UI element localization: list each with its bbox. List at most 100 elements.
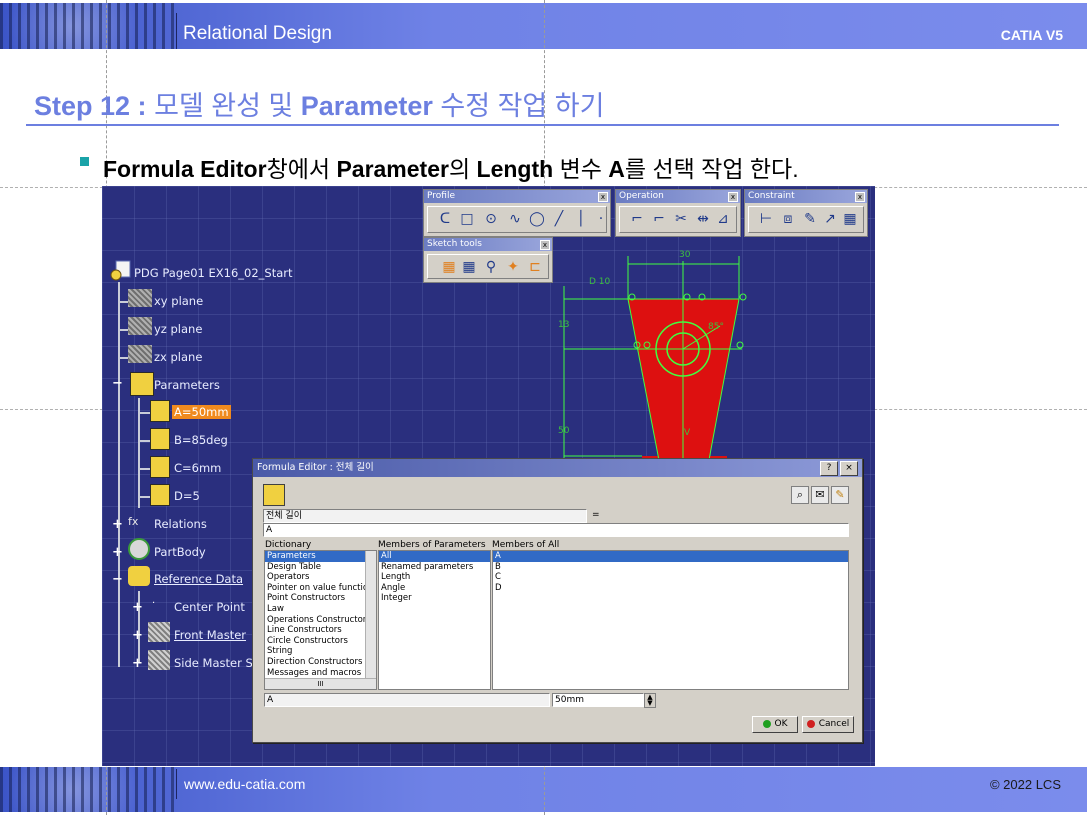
close-icon[interactable]: × bbox=[840, 461, 858, 476]
tree-root-label[interactable]: PDG Page01 EX16_02_Start bbox=[134, 266, 293, 280]
tree-item-param-c[interactable]: C=6mm bbox=[174, 461, 221, 475]
point-icon[interactable]: · bbox=[152, 598, 160, 609]
list-item[interactable]: Direction Constructors bbox=[265, 657, 376, 668]
list-item[interactable]: All bbox=[379, 551, 490, 562]
tree-item-xy-plane[interactable]: xy plane bbox=[154, 294, 203, 308]
list-item[interactable]: Angle bbox=[379, 583, 490, 594]
members-params-items[interactable]: All Renamed parameters Length Angle Integer bbox=[379, 551, 490, 604]
auto-constraint-icon[interactable]: ▦ bbox=[841, 210, 859, 228]
members-params-list[interactable]: All Renamed parameters Length Angle Integer bbox=[378, 550, 491, 690]
expand-icon[interactable]: + bbox=[132, 629, 143, 642]
close-icon[interactable]: x bbox=[728, 192, 738, 202]
chamfer-icon[interactable]: ⌐ bbox=[650, 210, 668, 228]
profile-icon[interactable]: ᑕ bbox=[436, 210, 454, 228]
sketch-icon[interactable] bbox=[148, 650, 170, 670]
selected-member-field[interactable]: A bbox=[264, 693, 550, 707]
tree-item-relations[interactable]: Relations bbox=[154, 517, 207, 531]
collapse-icon[interactable]: − bbox=[112, 377, 123, 390]
list-item[interactable]: Operations Constructors bbox=[265, 615, 376, 626]
list-item[interactable]: Design Table bbox=[265, 562, 376, 573]
mirror-icon[interactable]: ⇹ bbox=[694, 210, 712, 228]
rectangle-icon[interactable]: □ bbox=[458, 210, 476, 228]
expand-icon[interactable]: + bbox=[112, 518, 123, 531]
tree-item-partbody[interactable]: PartBody bbox=[154, 545, 206, 559]
constraint-icon[interactable]: ⊢ bbox=[757, 210, 775, 228]
sketch-icon[interactable] bbox=[148, 622, 170, 642]
circle-icon[interactable]: ⊙ bbox=[482, 210, 500, 228]
trim-icon[interactable]: ✂ bbox=[672, 210, 690, 228]
list-item[interactable]: Messages and macros bbox=[265, 668, 376, 679]
partbody-icon[interactable] bbox=[128, 538, 150, 560]
formula-field[interactable]: A bbox=[263, 523, 849, 537]
list-item[interactable]: B bbox=[493, 562, 848, 573]
list-item[interactable]: Operators bbox=[265, 572, 376, 583]
contact-constraint-icon[interactable]: ⧈ bbox=[779, 210, 797, 228]
list-item[interactable]: D bbox=[493, 583, 848, 594]
selected-value-field[interactable]: 50mm bbox=[552, 693, 644, 707]
tree-item-center-point[interactable]: Center Point bbox=[174, 600, 245, 614]
tree-item-side-master[interactable]: Side Master S bbox=[174, 656, 253, 670]
help-icon[interactable]: ? bbox=[820, 461, 838, 476]
formula-editor-dialog[interactable]: Formula Editor : 전체 길이 ? × ⌕ ✉ ✎ 전체 길이 =… bbox=[252, 458, 863, 743]
list-item[interactable]: Parameters bbox=[265, 551, 376, 562]
parameter-icon[interactable] bbox=[150, 428, 170, 450]
dictionary-list[interactable]: Parameters Design Table Operators Pointer o… bbox=[264, 550, 377, 690]
dictionary-scrollbar[interactable] bbox=[365, 551, 376, 679]
tree-item-zx-plane[interactable]: zx plane bbox=[154, 350, 202, 364]
profile-toolbar[interactable]: Profile x ᑕ □ ⊙ ∿ ◯ ╱ │ · bbox=[423, 189, 611, 237]
operation-toolbar[interactable]: Operation x ⌐ ⌐ ✂ ⇹ ⊿ bbox=[615, 189, 741, 237]
list-item[interactable]: Circle Constructors bbox=[265, 636, 376, 647]
collapse-icon[interactable]: − bbox=[112, 573, 123, 586]
ellipse-icon[interactable]: ◯ bbox=[528, 210, 546, 228]
plane-icon[interactable] bbox=[128, 317, 152, 335]
axis-icon[interactable]: │ bbox=[572, 210, 590, 228]
constraint-toolbar[interactable]: Constraint x ⊢ ⧈ ✎ ↗ ▦ bbox=[744, 189, 868, 237]
parameters-icon[interactable] bbox=[130, 372, 154, 396]
geometric-constraints-icon[interactable]: ✦ bbox=[504, 258, 522, 276]
plane-icon[interactable] bbox=[128, 345, 152, 363]
tree-item-param-d[interactable]: D=5 bbox=[174, 489, 200, 503]
line-icon[interactable]: ╱ bbox=[550, 210, 568, 228]
tree-item-yz-plane[interactable]: yz plane bbox=[154, 322, 202, 336]
tree-item-param-b[interactable]: B=85deg bbox=[174, 433, 228, 447]
expand-icon[interactable]: + bbox=[112, 546, 123, 559]
list-item[interactable]: Integer bbox=[379, 593, 490, 604]
list-item[interactable]: String bbox=[265, 646, 376, 657]
dimensional-constraints-icon[interactable]: ⊏ bbox=[526, 258, 544, 276]
grid-icon[interactable]: ▦ bbox=[440, 258, 458, 276]
point-icon[interactable]: · bbox=[592, 210, 610, 228]
animate-constraint-icon[interactable]: ↗ bbox=[821, 210, 839, 228]
list-item[interactable]: Point Constructors bbox=[265, 593, 376, 604]
parameter-icon[interactable] bbox=[150, 484, 170, 506]
edit-constraint-icon[interactable]: ✎ bbox=[801, 210, 819, 228]
value-spinner[interactable]: ▲ ▼ bbox=[644, 693, 656, 708]
members-all-items[interactable]: ABCD bbox=[493, 551, 848, 593]
dictionary-items[interactable]: Parameters Design Table Operators Pointer o… bbox=[265, 551, 376, 678]
dictionary-hscrollbar[interactable]: III bbox=[265, 678, 376, 689]
list-item[interactable]: Law bbox=[265, 604, 376, 615]
parameter-icon[interactable] bbox=[150, 456, 170, 478]
list-item[interactable]: A bbox=[493, 551, 848, 562]
part-icon[interactable] bbox=[110, 260, 132, 282]
tree-item-front-master[interactable]: Front Master bbox=[174, 628, 246, 642]
list-item[interactable]: Pointer on value function bbox=[265, 583, 376, 594]
search-icon[interactable]: ⌕ bbox=[791, 486, 809, 504]
incremental-icon[interactable] bbox=[263, 484, 285, 506]
close-icon[interactable]: x bbox=[598, 192, 608, 202]
formula-editor-titlebar[interactable]: Formula Editor : 전체 길이 ? × bbox=[253, 459, 862, 477]
relations-icon[interactable]: fx bbox=[128, 512, 150, 532]
expand-icon[interactable]: + bbox=[132, 601, 143, 614]
list-item[interactable]: Line Constructors bbox=[265, 625, 376, 636]
plane-icon[interactable] bbox=[128, 289, 152, 307]
parameter-name-field[interactable]: 전체 길이 bbox=[263, 509, 587, 523]
tree-item-reference-data[interactable]: Reference Data bbox=[154, 572, 243, 586]
spline-icon[interactable]: ∿ bbox=[506, 210, 524, 228]
comment-icon[interactable]: ✉ bbox=[811, 486, 829, 504]
close-icon[interactable]: x bbox=[540, 240, 550, 250]
list-item[interactable]: C bbox=[493, 572, 848, 583]
list-item[interactable]: Length bbox=[379, 572, 490, 583]
cancel-button[interactable]: Cancel bbox=[802, 716, 854, 733]
construction-icon[interactable]: ⚲ bbox=[482, 258, 500, 276]
tree-item-parameters[interactable]: Parameters bbox=[154, 378, 220, 392]
list-item[interactable]: Renamed parameters bbox=[379, 562, 490, 573]
